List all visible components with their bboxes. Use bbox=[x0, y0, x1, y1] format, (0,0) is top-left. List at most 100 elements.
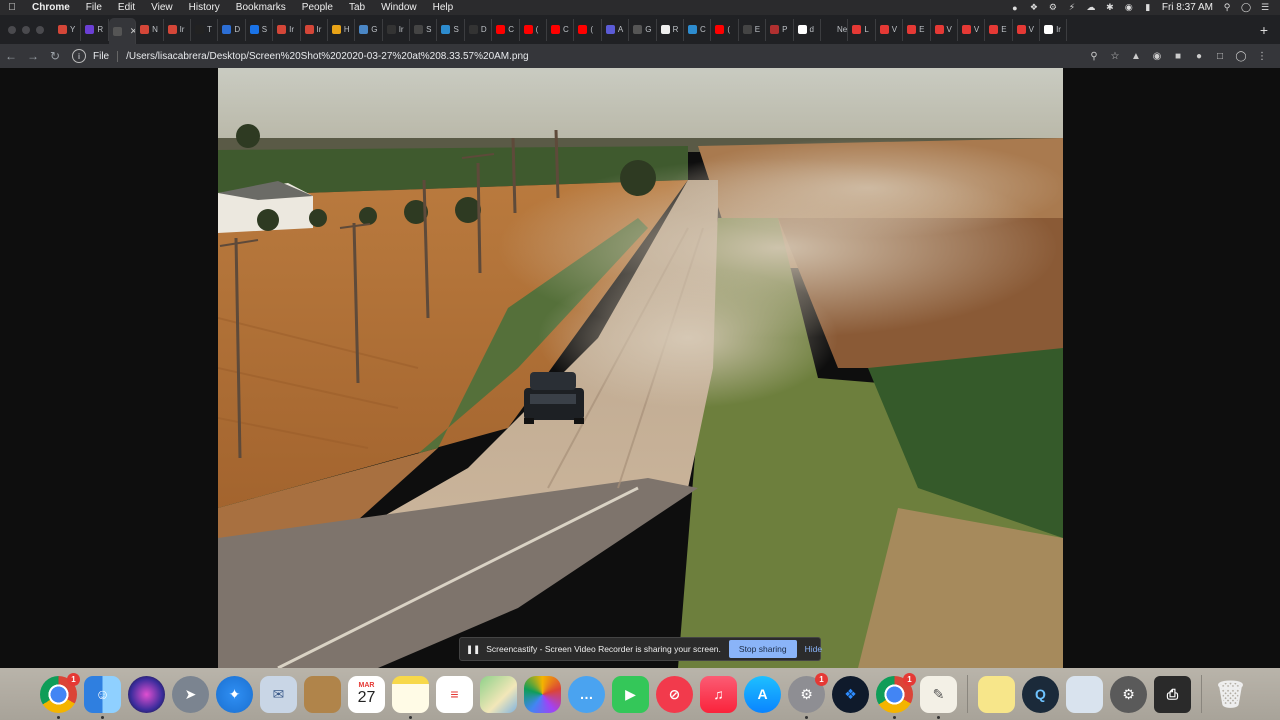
zoom-magnifier-icon[interactable]: ⚲ bbox=[1088, 50, 1100, 62]
chrome-dock-icon[interactable]: 1 bbox=[40, 672, 80, 719]
tab[interactable]: S bbox=[437, 18, 465, 41]
notification-center-icon[interactable]: ☰ bbox=[1260, 2, 1270, 13]
tab[interactable]: C bbox=[547, 18, 575, 41]
tab[interactable]: R bbox=[81, 18, 109, 41]
menu-clock[interactable]: Fri 8:37 AM bbox=[1162, 2, 1213, 13]
bolt-icon[interactable]: ⚡ bbox=[1067, 2, 1077, 13]
quicktime-dock-icon[interactable]: Q bbox=[1022, 675, 1059, 713]
menu-people[interactable]: People bbox=[294, 0, 341, 15]
menu-tab[interactable]: Tab bbox=[341, 0, 373, 15]
minimize-window-button[interactable] bbox=[22, 25, 30, 34]
messages-dock-icon[interactable]: … bbox=[568, 675, 605, 713]
microphone-icon[interactable]: ● bbox=[1010, 3, 1020, 13]
tab[interactable]: ( bbox=[711, 18, 739, 41]
close-window-button[interactable] bbox=[8, 25, 16, 34]
stop-sharing-button[interactable]: Stop sharing bbox=[728, 640, 797, 658]
tab[interactable]: V bbox=[931, 18, 958, 41]
tab[interactable]: Ir bbox=[383, 18, 411, 41]
dropbox-dock-icon[interactable]: ❖ bbox=[832, 675, 869, 713]
menu-edit[interactable]: Edit bbox=[110, 0, 143, 15]
url-text[interactable]: /Users/lisacabrera/Desktop/Screen%20Shot… bbox=[126, 51, 528, 62]
chrome-profile-dock-icon[interactable]: 1 bbox=[876, 672, 916, 719]
tab[interactable]: E bbox=[903, 18, 931, 41]
tab[interactable]: E bbox=[739, 18, 767, 41]
tab[interactable]: N bbox=[136, 18, 164, 41]
tab[interactable]: Ir bbox=[164, 18, 191, 41]
facetime-dock-icon[interactable]: ▶ bbox=[612, 675, 649, 713]
battery-icon[interactable]: ▮ bbox=[1143, 2, 1153, 13]
stickies-dock-icon[interactable] bbox=[978, 675, 1015, 713]
textedit-dock-icon[interactable]: ✎ bbox=[920, 675, 957, 719]
extension-icon[interactable]: ▲ bbox=[1130, 50, 1142, 62]
tab[interactable]: L bbox=[848, 18, 876, 41]
calendar-dock-icon[interactable]: MAR 27 bbox=[348, 675, 385, 713]
tab[interactable]: Ir bbox=[1040, 18, 1068, 41]
tab[interactable]: C bbox=[684, 18, 712, 41]
tab[interactable]: C bbox=[492, 18, 520, 41]
tab[interactable]: A bbox=[602, 18, 630, 41]
tab[interactable]: S bbox=[410, 18, 438, 41]
hide-button[interactable]: Hide bbox=[805, 644, 822, 654]
bookmark-star-icon[interactable]: ☆ bbox=[1109, 50, 1121, 62]
app-store-dock-icon[interactable]: A bbox=[744, 675, 781, 713]
gear-icon[interactable]: ⚙ bbox=[1048, 2, 1058, 13]
tab[interactable]: V bbox=[958, 18, 986, 41]
zoom-window-button[interactable] bbox=[36, 25, 44, 34]
tab[interactable]: G bbox=[629, 18, 657, 41]
more-menu-icon[interactable]: ⋮ bbox=[1256, 50, 1268, 62]
tab[interactable]: P bbox=[766, 18, 794, 41]
tab[interactable]: D bbox=[465, 18, 493, 41]
tab[interactable]: Ir bbox=[273, 18, 301, 41]
extension-icon[interactable]: ◉ bbox=[1151, 50, 1163, 62]
address-bar[interactable]: i File /Users/lisacabrera/Desktop/Screen… bbox=[72, 46, 1087, 66]
dropbox-icon[interactable]: ❖ bbox=[1029, 2, 1039, 13]
tab[interactable]: S bbox=[246, 18, 274, 41]
music-dock-icon[interactable]: ♫ bbox=[700, 675, 737, 713]
spotlight-search-icon[interactable]: ⚲ bbox=[1222, 2, 1232, 13]
safari-dock-icon[interactable]: ✦ bbox=[216, 675, 253, 713]
menu-window[interactable]: Window bbox=[373, 0, 425, 15]
preview-dock-icon[interactable] bbox=[1066, 675, 1103, 713]
cloud-icon[interactable]: ☁ bbox=[1086, 2, 1096, 13]
tab[interactable]: Y bbox=[54, 18, 82, 41]
site-info-icon[interactable]: i bbox=[72, 49, 86, 63]
automator-dock-icon[interactable]: ⚙ bbox=[1110, 675, 1147, 713]
back-arrow-icon[interactable]: ← bbox=[0, 49, 22, 63]
extension-icon[interactable]: □ bbox=[1214, 50, 1226, 62]
tab[interactable]: ( bbox=[574, 18, 602, 41]
tab[interactable]: V bbox=[876, 18, 904, 41]
extension-icon[interactable]: ● bbox=[1193, 50, 1205, 62]
new-tab-button[interactable]: + bbox=[1254, 22, 1274, 38]
profile-avatar-icon[interactable]: ◯ bbox=[1235, 50, 1247, 62]
printer-dock-icon[interactable]: ⎙ bbox=[1154, 675, 1191, 713]
menu-view[interactable]: View bbox=[143, 0, 181, 15]
system-preferences-dock-icon[interactable]: ⚙ 1 bbox=[788, 672, 828, 719]
mail-stamp-dock-icon[interactable]: ✉ bbox=[260, 675, 297, 713]
photos-dock-icon[interactable] bbox=[524, 675, 561, 713]
menu-history[interactable]: History bbox=[181, 0, 228, 15]
tab[interactable]: T bbox=[191, 18, 219, 41]
tab[interactable]: New bbox=[821, 18, 849, 41]
tab[interactable]: E bbox=[985, 18, 1013, 41]
maps-dock-icon[interactable] bbox=[480, 675, 517, 713]
news-dock-icon[interactable]: ⊘ bbox=[656, 675, 693, 713]
notes-book-dock-icon[interactable] bbox=[304, 675, 341, 713]
tab[interactable]: R bbox=[657, 18, 684, 41]
tab[interactable]: H bbox=[328, 18, 356, 41]
apple-menu-icon[interactable]:  bbox=[0, 2, 24, 13]
menu-file[interactable]: File bbox=[78, 0, 110, 15]
tab[interactable]: d bbox=[794, 18, 821, 41]
menu-bookmarks[interactable]: Bookmarks bbox=[228, 0, 294, 15]
menu-app-name[interactable]: Chrome bbox=[24, 0, 78, 15]
siri-dock-icon[interactable] bbox=[128, 675, 165, 713]
wifi-icon[interactable]: ◉ bbox=[1124, 2, 1134, 13]
reminders-dock-icon[interactable]: ≡ bbox=[436, 675, 473, 713]
tab[interactable]: ✕ bbox=[108, 18, 137, 44]
forward-arrow-icon[interactable]: → bbox=[22, 49, 44, 63]
tab[interactable]: G bbox=[355, 18, 383, 41]
extension-icon[interactable]: ■ bbox=[1172, 50, 1184, 62]
tab[interactable]: ( bbox=[520, 18, 548, 41]
bluetooth-icon[interactable]: ✱ bbox=[1105, 2, 1115, 13]
trash-dock-icon[interactable]: 🗑 bbox=[1212, 676, 1249, 713]
tab[interactable]: Ir bbox=[301, 18, 328, 41]
